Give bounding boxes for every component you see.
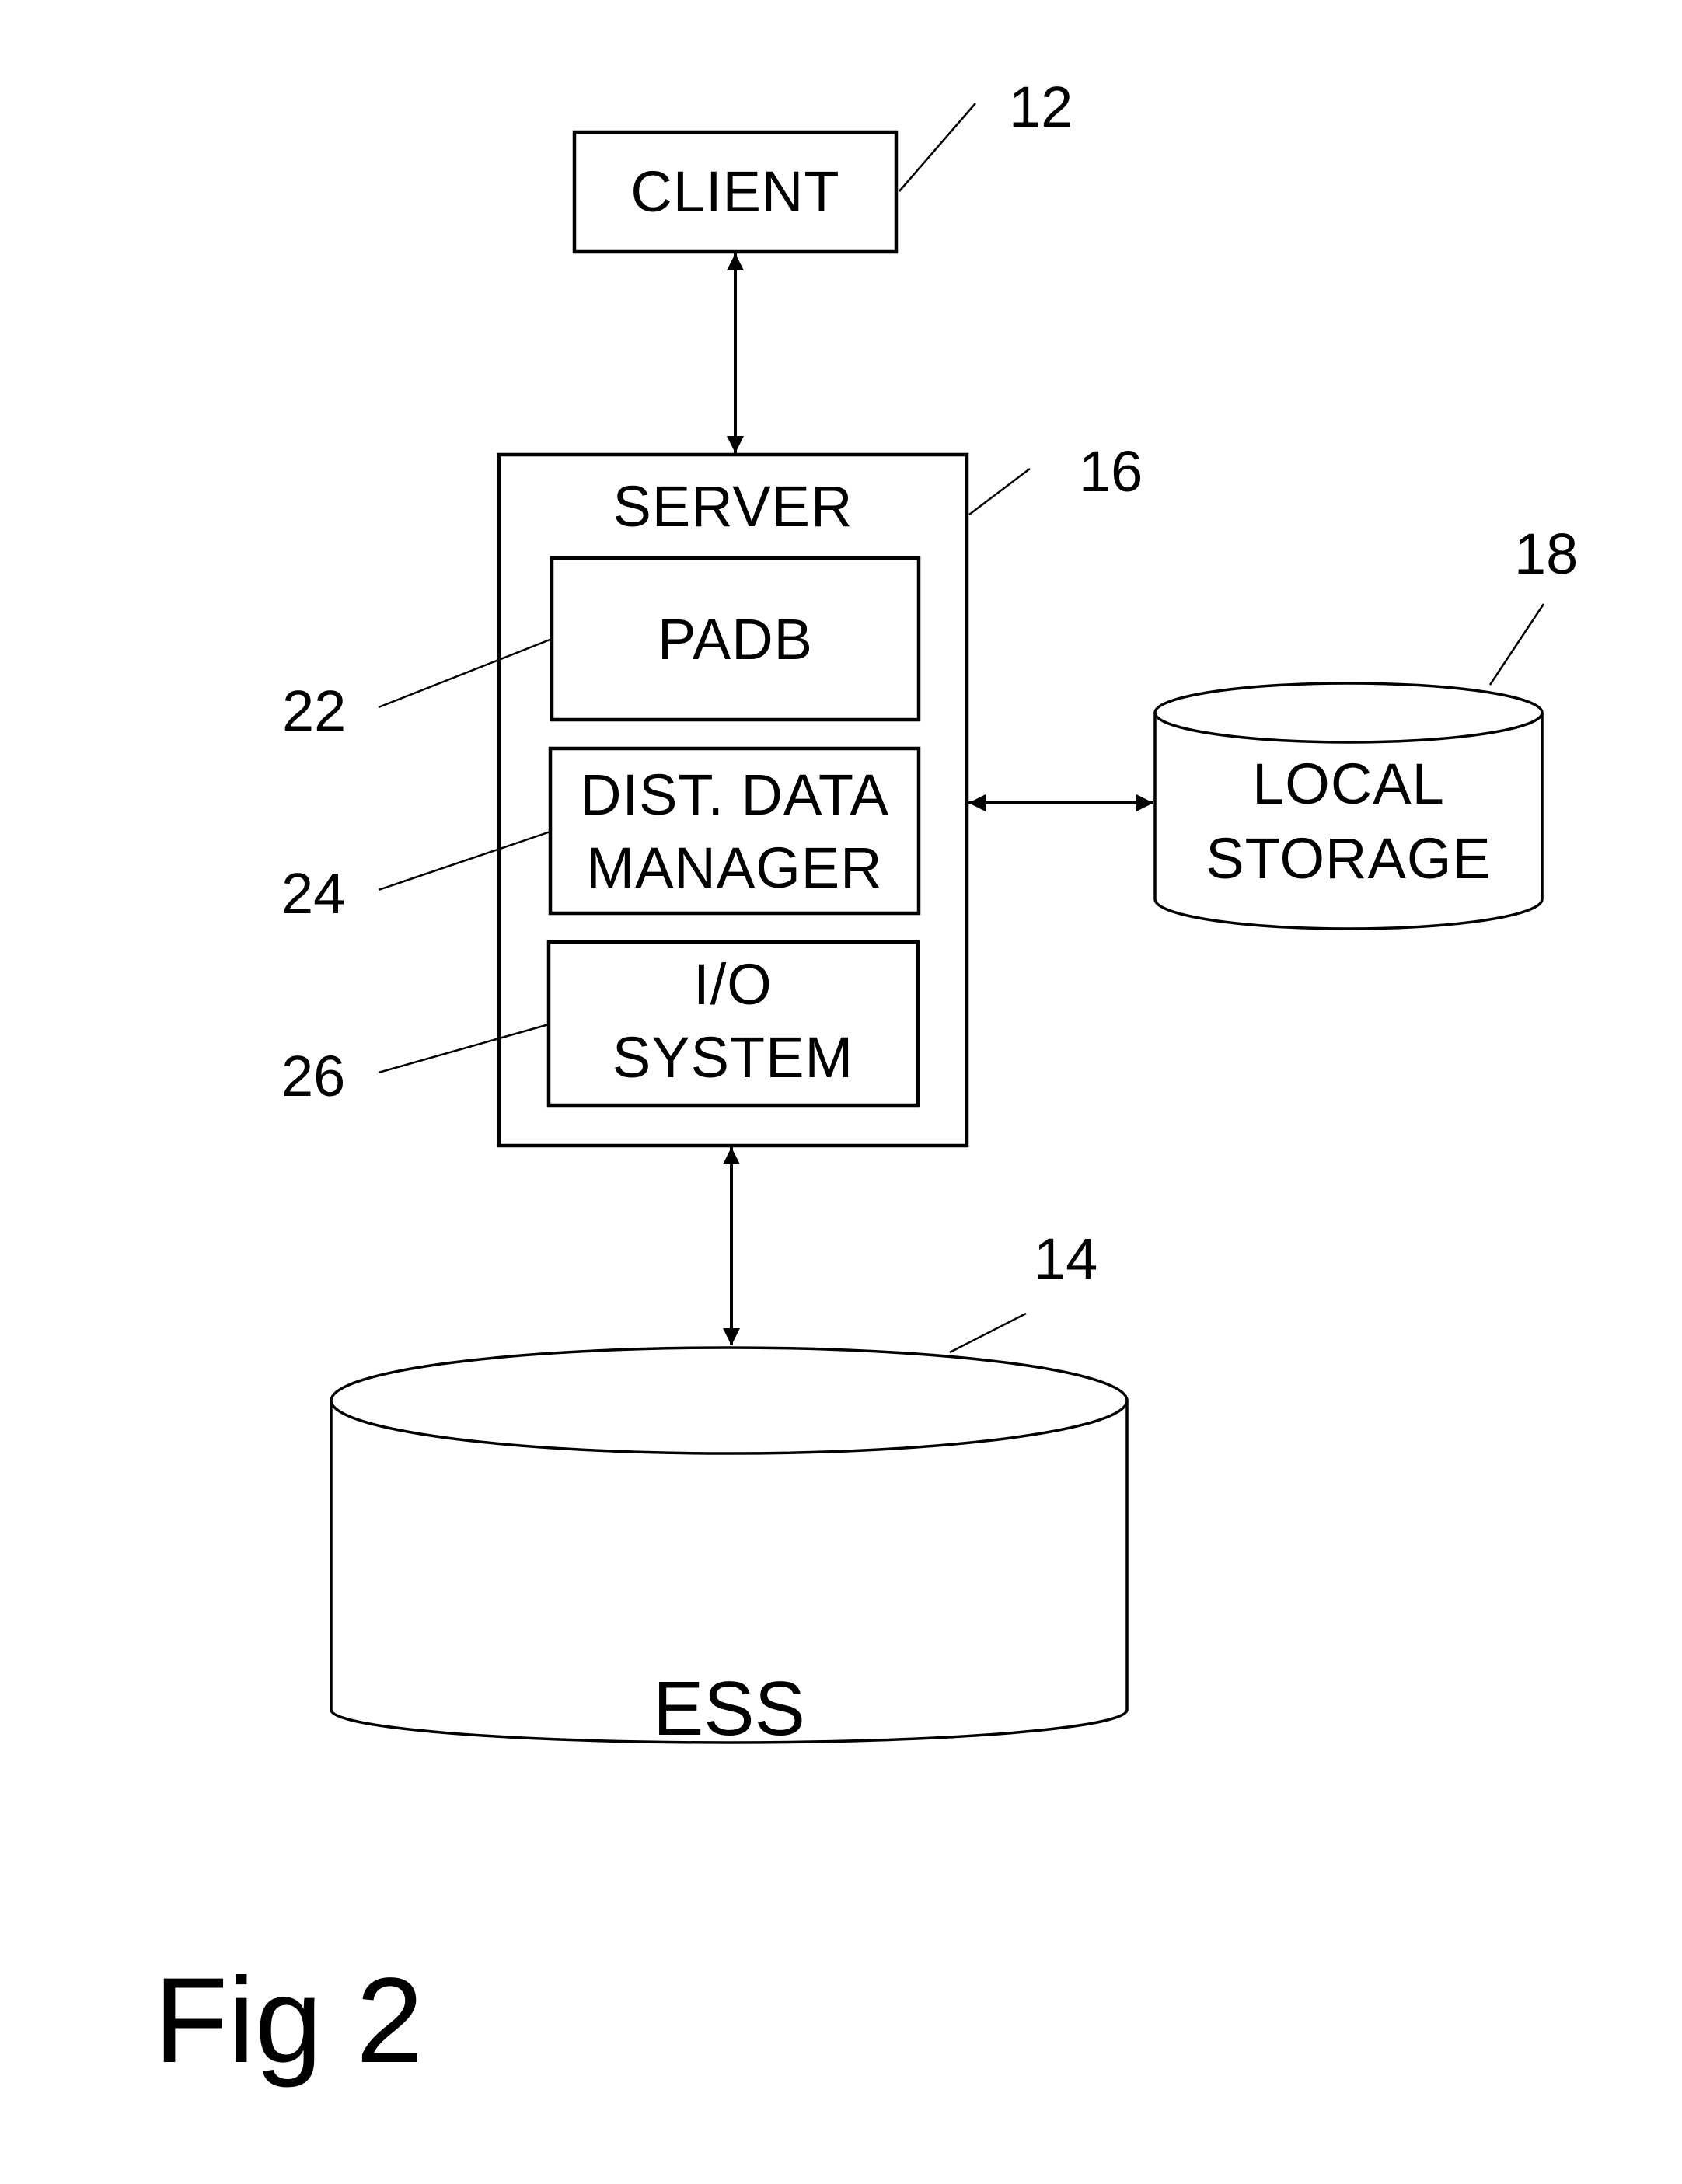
dist-data-manager-component: DIST. DATA MANAGER (548, 746, 921, 916)
io-system-ref-number: 26 (281, 1044, 345, 1108)
local-storage-label-line1: LOCAL (1252, 752, 1445, 816)
io-system-label-line2: SYSTEM (612, 1025, 853, 1090)
padb-ref-number: 22 (282, 679, 346, 743)
server-ref-number: 16 (1079, 439, 1143, 504)
local-storage-ref-number: 18 (1514, 522, 1578, 586)
local-storage-top (1153, 682, 1544, 744)
local-storage-ref-leader (1488, 603, 1545, 686)
client-ref-leader (899, 103, 976, 192)
dist-data-manager-label-line1: DIST. DATA (580, 762, 889, 827)
system-diagram: CLIENT 12 SERVER PADB DIST. DATA MANAGER… (154, 75, 1578, 2088)
local-storage-node: LOCAL STORAGE (1153, 682, 1544, 930)
client-label: CLIENT (630, 159, 839, 224)
io-system-component: I/O SYSTEM (546, 940, 920, 1108)
padb-label: PADB (658, 607, 813, 672)
ess-node: ESS (330, 1346, 1129, 1751)
figure-caption: Fig 2 (154, 1953, 424, 2088)
ess-top (330, 1346, 1129, 1455)
dist-data-manager-label-line2: MANAGER (586, 836, 882, 900)
ess-ref-leader (949, 1312, 1027, 1354)
local-storage-body (1153, 713, 1544, 930)
server-label: SERVER (613, 474, 853, 539)
ess-label: ESS (653, 1666, 805, 1751)
ess-ref-number: 14 (1034, 1226, 1097, 1291)
local-storage-label-line2: STORAGE (1206, 826, 1492, 891)
server-ref-leader (968, 468, 1031, 515)
padb-component: PADB (550, 556, 921, 722)
client-node: CLIENT (572, 130, 899, 254)
io-system-label-line1: I/O (693, 952, 773, 1017)
dist-data-manager-ref-number: 24 (281, 861, 345, 926)
server-node: SERVER PADB DIST. DATA MANAGER I/O SYSTE… (497, 452, 969, 1148)
client-ref-number: 12 (1009, 75, 1073, 139)
